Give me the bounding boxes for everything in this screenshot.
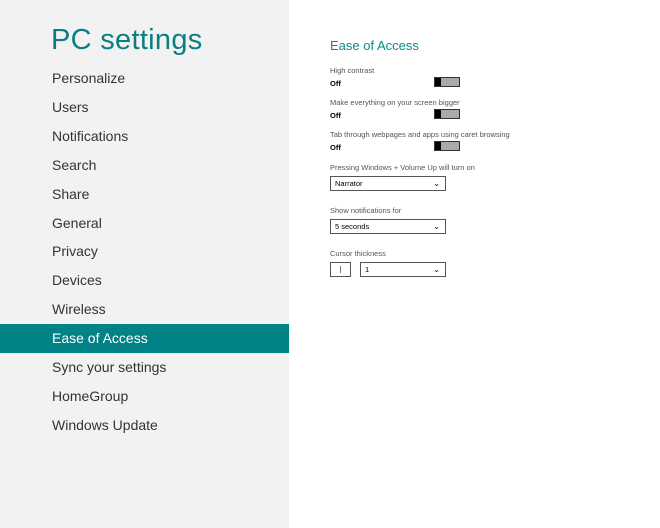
sidebar-item-homegroup[interactable]: HomeGroup — [0, 382, 289, 411]
sidebar-item-windows-update[interactable]: Windows Update — [0, 411, 289, 440]
caret-browsing-value: Off — [330, 143, 341, 152]
toggle-thumb — [435, 110, 441, 118]
high-contrast-value: Off — [330, 79, 341, 88]
cursor-preview — [330, 262, 351, 277]
cursor-thickness-select[interactable]: 1 ⌄ — [360, 262, 446, 277]
bigger-value: Off — [330, 111, 341, 120]
page-title: PC settings — [51, 24, 203, 56]
caret-browsing-label: Tab through webpages and apps using care… — [330, 130, 510, 139]
chevron-down-icon: ⌄ — [433, 222, 440, 231]
sidebar-item-personalize[interactable]: Personalize — [0, 64, 289, 93]
cursor-bar — [340, 266, 341, 273]
bigger-label: Make everything on your screen bigger — [330, 98, 460, 107]
sidebar-item-privacy[interactable]: Privacy — [0, 237, 289, 266]
cursor-thickness-label: Cursor thickness — [330, 249, 386, 258]
bigger-toggle[interactable] — [434, 109, 460, 119]
sidebar: PC settings Personalize Users Notification… — [0, 0, 289, 528]
sidebar-item-share[interactable]: Share — [0, 180, 289, 209]
high-contrast-toggle[interactable] — [434, 77, 460, 87]
select-value: 1 — [365, 265, 370, 274]
high-contrast-label: High contrast — [330, 66, 375, 75]
chevron-down-icon: ⌄ — [433, 265, 440, 274]
volume-up-select[interactable]: Narrator ⌄ — [330, 176, 446, 191]
toggle-thumb — [435, 78, 441, 86]
sidebar-item-sync-your-settings[interactable]: Sync your settings — [0, 353, 289, 382]
volume-up-label: Pressing Windows + Volume Up will turn o… — [330, 163, 475, 172]
chevron-down-icon: ⌄ — [433, 179, 440, 188]
section-heading: Ease of Access — [330, 38, 419, 53]
sidebar-item-general[interactable]: General — [0, 209, 289, 238]
toggle-thumb — [435, 142, 441, 150]
notifications-label: Show notifications for — [330, 206, 402, 215]
sidebar-item-devices[interactable]: Devices — [0, 266, 289, 295]
sidebar-item-users[interactable]: Users — [0, 93, 289, 122]
sidebar-item-ease-of-access[interactable]: Ease of Access — [0, 324, 289, 354]
select-value: Narrator — [335, 179, 363, 188]
sidebar-item-notifications[interactable]: Notifications — [0, 122, 289, 151]
notifications-duration-select[interactable]: 5 seconds ⌄ — [330, 219, 446, 234]
caret-browsing-toggle[interactable] — [434, 141, 460, 151]
sidebar-item-wireless[interactable]: Wireless — [0, 295, 289, 324]
select-value: 5 seconds — [335, 222, 370, 231]
sidebar-item-search[interactable]: Search — [0, 151, 289, 180]
